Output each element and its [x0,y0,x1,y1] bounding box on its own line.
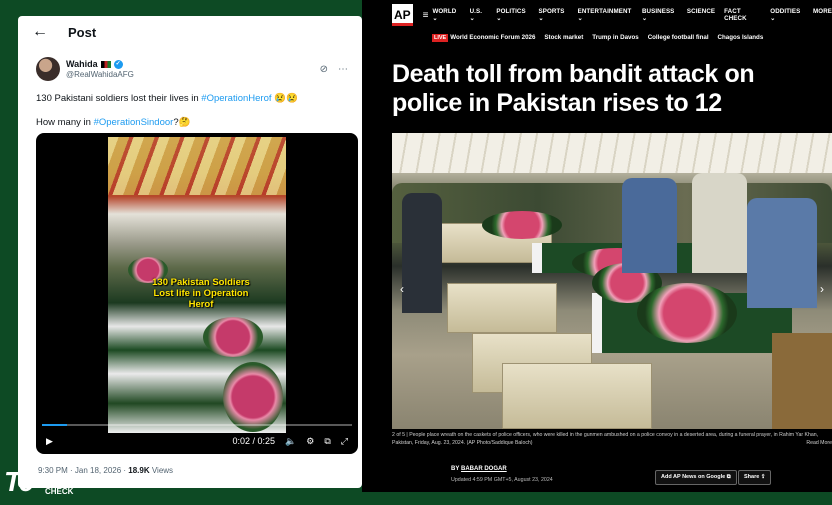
photo-next-icon[interactable]: › [820,282,824,296]
video-player[interactable]: 130 Pakistan Soldiers Lost life in Opera… [36,133,358,454]
grok-icon[interactable]: ⊘ [320,64,328,75]
nav-item[interactable]: BUSINESS ⌄ [642,8,678,22]
article-photo[interactable] [392,133,832,429]
sub-nav: LIVE World Economic Forum 2026 Stock mark… [362,30,832,44]
photo-carpet [772,333,832,429]
video-overlay-caption: 130 Pakistan Soldiers Lost life in Opera… [152,277,250,310]
play-icon[interactable]: ▶ [46,436,53,447]
volume-icon[interactable]: 🔈 [285,436,296,447]
post-text: 130 Pakistani soldiers lost their lives … [18,84,362,129]
photo-person [747,198,817,308]
sub-nav-item[interactable]: Stock market [544,34,583,41]
byline: BY BABAR DOGAR [451,466,507,472]
menu-icon[interactable]: ≡ [423,10,429,21]
photo-person [692,173,747,273]
sub-nav-item[interactable]: Trump in Davos [592,34,638,41]
nav-item[interactable]: ODDITIES ⌄ [770,8,804,22]
photo-caption: 2 of 5 | People place wreath on the cask… [392,432,819,446]
photo-officer [402,193,442,313]
nav-items: WORLD ⌄ U.S. ⌄ POLITICS ⌄ SPORTS ⌄ ENTERTAIN… [432,8,832,22]
ap-top-nav: AP ≡ WORLD ⌄ U.S. ⌄ POLITICS ⌄ SPORTS ⌄ ENTE… [362,0,832,30]
avatar[interactable] [36,57,60,81]
nav-item[interactable]: WORLD ⌄ [432,8,460,22]
logo-number: T9 [4,466,35,497]
read-more-link[interactable]: Read More [806,440,832,446]
author-name[interactable]: Wahida [66,59,98,69]
article-headline: Death toll from bandit attack on police … [392,60,755,117]
nav-item[interactable]: SCIENCE [687,8,715,22]
nav-item[interactable]: FACT CHECK [724,8,761,22]
video-wreath [223,362,283,432]
post-line2: How many in [36,117,94,128]
byline-by: BY [451,466,460,472]
author-name-row[interactable]: Wahida ✓ [66,59,134,69]
video-progress-fill [42,424,67,426]
google-button-label: Add AP News on Google [661,474,726,480]
photo-wreath [482,211,562,239]
photo-tent [392,133,832,173]
live-badge: LIVE [432,33,449,42]
hashtag-operation-sindoor[interactable]: #OperationSindoor [94,117,174,128]
fact-check-logo: T9 FACT CHECK [4,466,84,500]
ap-logo[interactable]: AP [392,4,413,26]
views-label: Views [149,466,174,475]
settings-icon[interactable]: ⚙ [306,436,314,447]
nav-item[interactable]: POLITICS ⌄ [496,8,529,22]
photo-coffin [447,283,557,333]
video-controls: ▶ 0:02 / 0:25 🔈 ⚙ ⧉ ⤢ [36,428,358,454]
post-line2-emoji: ?🤔 [173,117,191,128]
add-ap-google-button[interactable]: Add AP News on Google ⧉ [655,470,737,485]
sub-nav-item[interactable]: World Economic Forum 2026 [450,34,535,41]
author-row: Wahida ✓ @RealWahidaAFG ⊘ ⋯ [18,48,362,84]
updated-timestamp: Updated 4:59 PM GMT+5, August 23, 2024 [451,477,553,483]
video-tent-canopy [108,137,286,195]
fullscreen-icon[interactable]: ⤢ [341,436,348,447]
video-wreath [203,317,263,357]
byline-author[interactable]: BABAR DOGAR [461,466,507,472]
more-options-icon[interactable]: ⋯ [338,64,348,75]
photo-prev-icon[interactable]: ‹ [400,282,404,296]
pip-icon[interactable]: ⧉ [324,436,330,447]
video-progress-bar[interactable] [42,424,352,426]
photo-coffin [502,363,652,429]
post-line1: 130 Pakistani soldiers lost their lives … [36,93,202,104]
video-frame[interactable]: 130 Pakistan Soldiers Lost life in Opera… [108,137,286,433]
author-handle[interactable]: @RealWahidaAFG [66,70,134,79]
video-time: 0:02 / 0:25 [232,436,276,446]
photo-wreath [637,283,737,343]
nav-item[interactable]: ENTERTAINMENT ⌄ [578,8,633,22]
post-header-title: Post [68,24,97,40]
share-button-label: Share [744,474,760,480]
logo-line1: FACT [45,478,66,487]
photo-person [622,178,677,273]
verified-badge-icon: ✓ [113,59,123,69]
ap-article-page: AP ≡ WORLD ⌄ U.S. ⌄ POLITICS ⌄ SPORTS ⌄ ENTE… [362,0,832,492]
views-count: 18.9K [128,466,150,475]
nav-item[interactable]: SPORTS ⌄ [538,8,568,22]
post-header: ← Post [18,16,362,48]
x-post-card: ← Post Wahida ✓ @RealWahidaAFG ⊘ ⋯ 130 P… [18,16,362,488]
nav-item[interactable]: U.S. ⌄ [470,8,488,22]
share-button[interactable]: Share ⇪ [738,470,772,485]
post-line1-emoji: 😢😢 [271,93,298,104]
hashtag-operation-herof[interactable]: #OperationHerof [201,93,271,104]
sub-nav-item[interactable]: College football final [648,34,709,41]
flag-icon [100,60,111,68]
back-arrow-icon[interactable]: ← [32,23,68,41]
sub-nav-item[interactable]: Chagos Islands [718,34,764,41]
nav-item[interactable]: MORE [813,8,832,22]
logo-line2: CHECK [45,487,74,496]
